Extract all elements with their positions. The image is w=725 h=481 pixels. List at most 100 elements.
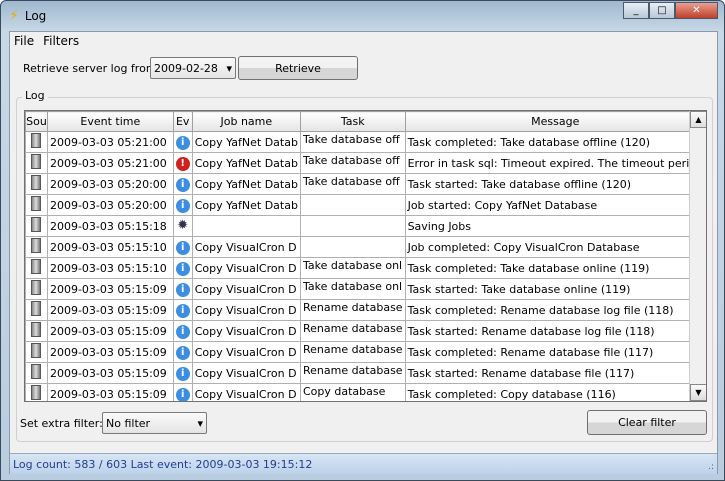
minimize-button[interactable]: _ bbox=[623, 2, 649, 19]
source-cell bbox=[25, 215, 48, 237]
column-header[interactable]: Event time bbox=[46, 111, 174, 132]
clear-filter-button[interactable]: Clear filter bbox=[587, 410, 707, 435]
task-cell: Rename database bbox=[299, 320, 406, 342]
client-area: File Filters Retrieve server log from: 2… bbox=[9, 31, 718, 474]
table-row[interactable]: 2009-03-03 05:15:10 i Copy VisualCron D … bbox=[25, 236, 706, 258]
job-name-cell: Copy VisualCron D bbox=[191, 278, 301, 300]
table-row[interactable]: 2009-03-03 05:15:09 i Copy VisualCron D … bbox=[25, 320, 706, 342]
log-table: Sou Event time Ev Job name Task Message 2009-… bbox=[25, 111, 706, 401]
event-time-cell: 2009-03-03 05:15:09 bbox=[46, 320, 174, 342]
message-cell: Task started: Rename database file (117) bbox=[404, 362, 706, 384]
retrieve-label: Retrieve server log from: bbox=[23, 62, 161, 75]
task-cell bbox=[299, 194, 406, 216]
server-icon bbox=[31, 322, 41, 337]
vertical-scrollbar[interactable]: ▲ ▼ bbox=[689, 111, 706, 401]
log-grid[interactable]: Sou Event time Ev Job name Task Message 2009-… bbox=[24, 110, 707, 402]
menu-filters[interactable]: Filters bbox=[43, 34, 79, 48]
source-cell bbox=[25, 299, 48, 321]
task-cell bbox=[299, 236, 406, 258]
date-picker[interactable]: 2009-02-28 ▾ bbox=[150, 57, 236, 79]
table-row[interactable]: 2009-03-03 05:15:09 i Copy VisualCron D … bbox=[25, 362, 706, 384]
table-row[interactable]: 2009-03-03 05:21:00 ! Copy YafNet Datab … bbox=[25, 152, 706, 174]
column-header[interactable]: Job name bbox=[191, 111, 301, 132]
job-name-cell: Copy VisualCron D bbox=[191, 320, 301, 342]
task-cell: Rename database bbox=[299, 341, 406, 363]
table-row[interactable]: 2009-03-03 05:20:00 i Copy YafNet Datab … bbox=[25, 194, 706, 216]
job-name-cell: Copy YafNet Datab bbox=[191, 173, 301, 195]
source-cell bbox=[25, 341, 48, 363]
message-cell: Task completed: Take database online (11… bbox=[404, 257, 706, 279]
extra-filter-select[interactable]: No filter ▾ bbox=[102, 412, 207, 434]
server-icon bbox=[31, 301, 41, 316]
table-row[interactable]: 2009-03-03 05:15:18 ✹ Saving Jobs bbox=[25, 215, 706, 237]
info-icon: i bbox=[175, 324, 190, 339]
event-time-cell: 2009-03-03 05:15:18 bbox=[46, 215, 174, 237]
info-icon: i bbox=[175, 345, 190, 360]
table-row[interactable]: 2009-03-03 05:15:10 i Copy VisualCron D … bbox=[25, 257, 706, 279]
job-name-cell: Copy YafNet Datab bbox=[191, 152, 301, 174]
message-cell: Task completed: Rename database log file… bbox=[404, 299, 706, 321]
task-cell: Take database onl bbox=[299, 257, 406, 279]
chevron-down-icon: ▾ bbox=[197, 416, 203, 430]
filter-label: Set extra filter: bbox=[20, 417, 103, 430]
event-time-cell: 2009-03-03 05:15:10 bbox=[46, 236, 174, 258]
menu-file[interactable]: File bbox=[14, 34, 34, 48]
event-type-cell: i bbox=[172, 278, 193, 300]
column-header[interactable]: Task bbox=[299, 111, 406, 132]
info-icon: i bbox=[175, 261, 190, 276]
job-name-cell: Copy YafNet Datab bbox=[191, 131, 301, 153]
event-time-cell: 2009-03-03 05:21:00 bbox=[46, 131, 174, 153]
title-bar: ⚡ Log bbox=[9, 5, 46, 27]
retrieve-button[interactable]: Retrieve bbox=[238, 56, 358, 80]
task-cell: Rename database bbox=[299, 362, 406, 384]
source-cell bbox=[25, 257, 48, 279]
event-time-cell: 2009-03-03 05:15:09 bbox=[46, 341, 174, 363]
task-cell bbox=[299, 215, 406, 237]
column-header[interactable]: Ev bbox=[172, 111, 193, 132]
event-time-cell: 2009-03-03 05:20:00 bbox=[46, 194, 174, 216]
scroll-down-button[interactable]: ▼ bbox=[690, 384, 706, 401]
close-button[interactable]: ✕ bbox=[675, 2, 718, 19]
table-row[interactable]: 2009-03-03 05:21:00 i Copy YafNet Datab … bbox=[25, 131, 706, 153]
message-cell: Task started: Take database online (119) bbox=[404, 278, 706, 300]
info-icon: i bbox=[175, 198, 190, 213]
maximize-button[interactable]: □ bbox=[649, 2, 675, 19]
event-type-cell: i bbox=[172, 341, 193, 363]
chevron-down-icon: ▾ bbox=[226, 61, 232, 75]
table-row[interactable]: 2009-03-03 05:15:09 i Copy VisualCron D … bbox=[25, 383, 706, 401]
message-cell: Task started: Rename database log file (… bbox=[404, 320, 706, 342]
server-icon bbox=[31, 385, 41, 400]
error-icon: ! bbox=[175, 156, 190, 171]
column-header[interactable]: Sou bbox=[25, 111, 48, 132]
server-icon bbox=[31, 364, 41, 379]
message-cell: Job started: Copy YafNet Database bbox=[404, 194, 706, 216]
source-cell bbox=[25, 362, 48, 384]
server-icon bbox=[31, 238, 41, 253]
window-title: Log bbox=[24, 9, 47, 23]
event-type-cell: i bbox=[172, 362, 193, 384]
gear-icon: ✹ bbox=[177, 218, 189, 233]
source-cell bbox=[25, 173, 48, 195]
event-type-cell: i bbox=[172, 383, 193, 401]
event-type-cell: ✹ bbox=[172, 215, 193, 237]
event-type-cell: i bbox=[172, 173, 193, 195]
info-icon: i bbox=[175, 282, 190, 297]
message-cell: Saving Jobs bbox=[404, 215, 706, 237]
task-cell: Copy database bbox=[299, 383, 406, 401]
event-time-cell: 2009-03-03 05:15:10 bbox=[46, 257, 174, 279]
table-row[interactable]: 2009-03-03 05:20:00 i Copy YafNet Datab … bbox=[25, 173, 706, 195]
event-time-cell: 2009-03-03 05:15:09 bbox=[46, 383, 174, 401]
table-row[interactable]: 2009-03-03 05:15:09 i Copy VisualCron D … bbox=[25, 341, 706, 363]
table-row[interactable]: 2009-03-03 05:15:09 i Copy VisualCron D … bbox=[25, 299, 706, 321]
job-name-cell: Copy VisualCron D bbox=[191, 383, 301, 401]
message-cell: Task completed: Take database offline (1… bbox=[404, 131, 706, 153]
scroll-up-button[interactable]: ▲ bbox=[690, 111, 706, 128]
info-icon: i bbox=[175, 177, 190, 192]
resize-grip-icon[interactable]: .: bbox=[708, 462, 714, 472]
job-name-cell: Copy VisualCron D bbox=[191, 236, 301, 258]
server-icon bbox=[31, 280, 41, 295]
server-icon bbox=[31, 343, 41, 358]
column-header[interactable]: Message bbox=[404, 111, 706, 132]
table-row[interactable]: 2009-03-03 05:15:09 i Copy VisualCron D … bbox=[25, 278, 706, 300]
message-cell: Job completed: Copy VisualCron Database bbox=[404, 236, 706, 258]
